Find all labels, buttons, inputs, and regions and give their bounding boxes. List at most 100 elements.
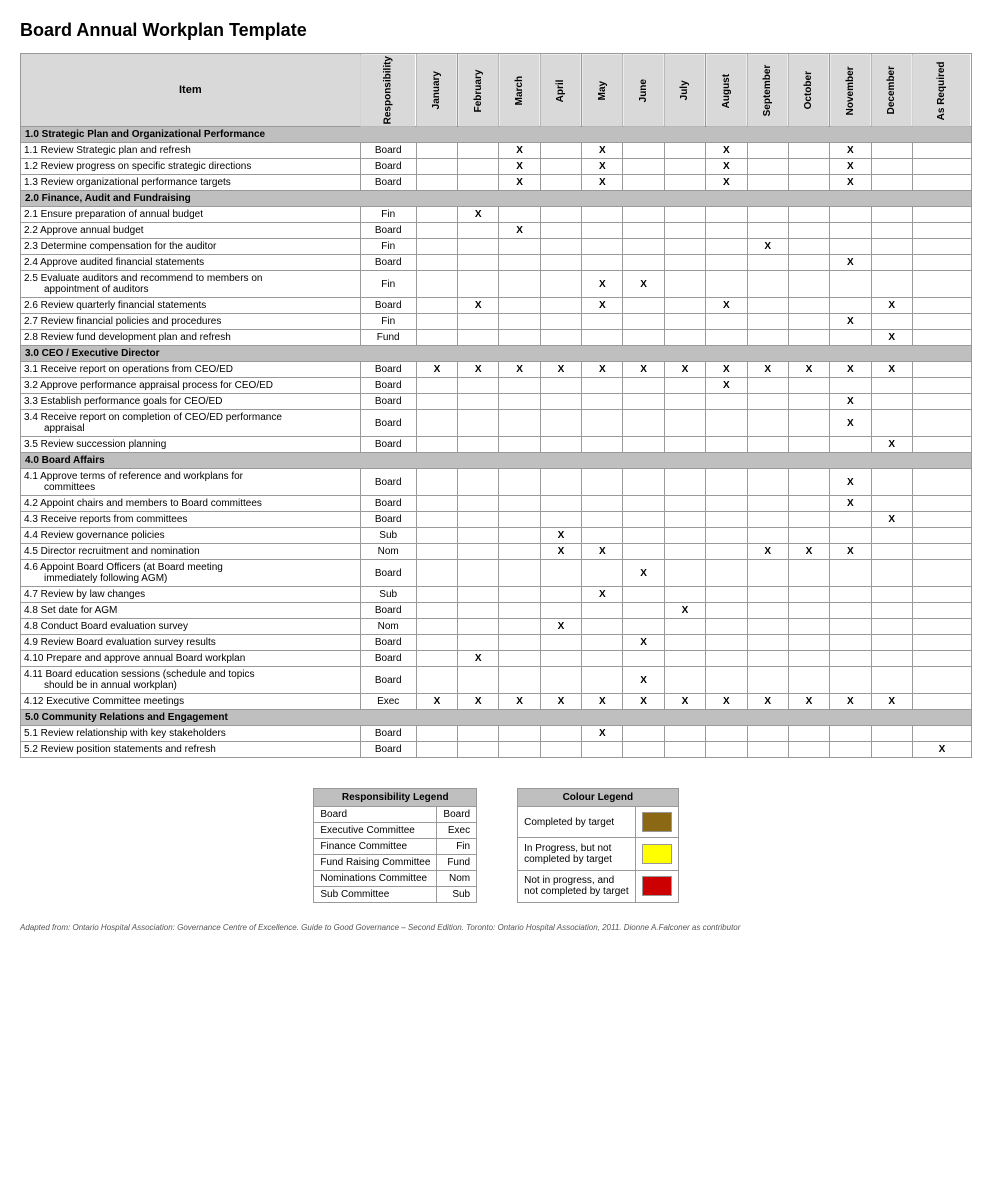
table-row: 4.2 Appoint chairs and members to Board … [21, 496, 972, 512]
row-item: 3.3 Establish performance goals for CEO/… [21, 394, 361, 410]
row-month-December [871, 410, 912, 437]
row-month-November [830, 742, 871, 758]
section-header-3.0: 3.0 CEO / Executive Director [21, 346, 972, 362]
row-month-March [499, 207, 540, 223]
row-month-October [788, 330, 829, 346]
row-month-September [747, 587, 788, 603]
row-month-December [871, 496, 912, 512]
row-month-AsRequired [912, 239, 971, 255]
row-month-July [664, 742, 705, 758]
row-month-February [458, 175, 499, 191]
row-month-July [664, 175, 705, 191]
row-month-AsRequired [912, 587, 971, 603]
row-month-November [830, 271, 871, 298]
row-month-June [623, 330, 664, 346]
row-month-AsRequired [912, 330, 971, 346]
row-item: 4.2 Appoint chairs and members to Board … [21, 496, 361, 512]
row-month-July [664, 560, 705, 587]
row-month-March [499, 651, 540, 667]
col-header-asrequired: As Required [912, 54, 971, 127]
col-header-responsibility: Responsibility [360, 54, 416, 127]
row-item: 4.9 Review Board evaluation survey resul… [21, 635, 361, 651]
row-month-June [623, 469, 664, 496]
col-header-september: September [747, 54, 788, 127]
colour-legend-item: Completed by target [518, 807, 679, 837]
row-month-August [706, 496, 747, 512]
row-month-October [788, 159, 829, 175]
row-month-November [830, 603, 871, 619]
row-month-September [747, 667, 788, 694]
row-item: 4.4 Review governance policies [21, 528, 361, 544]
row-month-December: X [871, 437, 912, 453]
row-month-March [499, 298, 540, 314]
row-month-January [416, 239, 457, 255]
row-month-August [706, 603, 747, 619]
row-month-April [540, 587, 581, 603]
row-responsibility: Fin [360, 271, 416, 298]
col-header-march: March [499, 54, 540, 127]
row-month-July: X [664, 694, 705, 710]
table-row: 2.1 Ensure preparation of annual budgetF… [21, 207, 972, 223]
row-month-February [458, 378, 499, 394]
row-month-August [706, 560, 747, 587]
row-month-October [788, 619, 829, 635]
row-month-October [788, 496, 829, 512]
row-month-July [664, 667, 705, 694]
row-month-May: X [582, 271, 623, 298]
responsibility-legend-item: Nominations CommitteeNom [314, 871, 477, 887]
row-month-April [540, 330, 581, 346]
table-row: 2.2 Approve annual budgetBoardX [21, 223, 972, 239]
row-month-April [540, 651, 581, 667]
row-month-July [664, 255, 705, 271]
row-month-January [416, 587, 457, 603]
row-month-AsRequired [912, 378, 971, 394]
row-month-October: X [788, 544, 829, 560]
row-month-November: X [830, 175, 871, 191]
row-month-AsRequired [912, 362, 971, 378]
row-month-June [623, 619, 664, 635]
row-month-May [582, 410, 623, 437]
row-month-AsRequired [912, 223, 971, 239]
row-month-August: X [706, 298, 747, 314]
row-month-April [540, 410, 581, 437]
row-month-January [416, 496, 457, 512]
row-month-May [582, 330, 623, 346]
row-month-November: X [830, 362, 871, 378]
row-month-November [830, 635, 871, 651]
row-month-June [623, 159, 664, 175]
row-month-December [871, 726, 912, 742]
row-item: 1.3 Review organizational performance ta… [21, 175, 361, 191]
row-month-September [747, 512, 788, 528]
row-month-June [623, 544, 664, 560]
row-month-June [623, 512, 664, 528]
row-month-June [623, 175, 664, 191]
row-month-December [871, 469, 912, 496]
row-month-January [416, 330, 457, 346]
row-month-April [540, 298, 581, 314]
row-responsibility: Board [360, 512, 416, 528]
row-month-AsRequired [912, 496, 971, 512]
row-month-AsRequired [912, 603, 971, 619]
col-header-june: June [623, 54, 664, 127]
row-month-September [747, 207, 788, 223]
row-month-April [540, 635, 581, 651]
row-month-August [706, 437, 747, 453]
row-month-February [458, 143, 499, 159]
row-month-February [458, 560, 499, 587]
row-month-September [747, 619, 788, 635]
row-month-April [540, 437, 581, 453]
row-month-January [416, 175, 457, 191]
row-month-September [747, 437, 788, 453]
row-item: 3.4 Receive report on completion of CEO/… [21, 410, 361, 437]
row-month-October [788, 667, 829, 694]
row-item: 3.2 Approve performance appraisal proces… [21, 378, 361, 394]
row-month-May [582, 314, 623, 330]
row-month-AsRequired [912, 469, 971, 496]
table-row: 1.2 Review progress on specific strategi… [21, 159, 972, 175]
row-month-January [416, 298, 457, 314]
row-month-December: X [871, 512, 912, 528]
row-month-September [747, 560, 788, 587]
footnote: Adapted from: Ontario Hospital Associati… [20, 923, 972, 932]
row-month-June [623, 207, 664, 223]
row-month-January [416, 143, 457, 159]
